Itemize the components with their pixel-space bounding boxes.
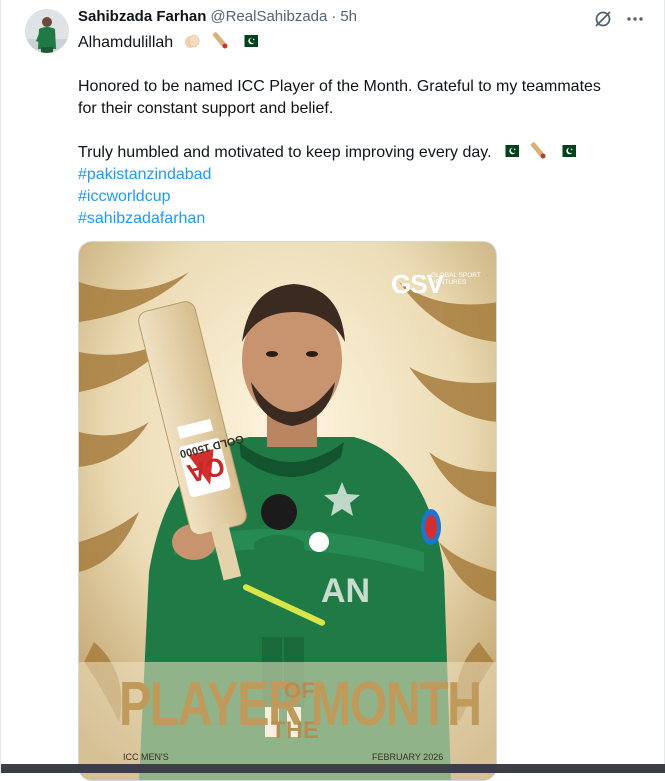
clap-emoji: [182, 32, 202, 50]
tweet-text-alhamdulillah: Alhamdulillah: [78, 34, 174, 51]
cricket-bat-emoji: [210, 32, 230, 50]
tweet-line-3: for their constant support and belief.: [78, 100, 334, 117]
tweet-card[interactable]: Sahibzada Farhan @RealSahibzada · 5h Alh…: [1, 0, 665, 781]
tweet-media-image[interactable]: GSV GLOBAL SPORT VENTURES GOLD 15000 CA …: [78, 241, 497, 781]
pakistan-flag-emoji: [557, 142, 577, 160]
author-handle[interactable]: @RealSahibzada: [210, 8, 327, 25]
tweet-text: Alhamdulillah Honored to be named ICC Pl…: [78, 32, 638, 230]
tweet-line-2: Honored to be named ICC Player of the Mo…: [78, 78, 601, 95]
grok-icon[interactable]: [592, 8, 614, 30]
poster-footer-left: ICC MEN'S: [123, 752, 169, 762]
pakistan-flag-emoji: [239, 32, 259, 50]
poster-footer-right: FEBRUARY 2026: [372, 752, 444, 762]
tweet-line-1: Alhamdulillah: [78, 32, 638, 54]
author-name[interactable]: Sahibzada Farhan: [78, 8, 206, 25]
hashtag-link[interactable]: #pakistanzindabad: [78, 164, 638, 186]
window-bottom-bar: [1, 764, 665, 773]
tweet-frame: Sahibzada Farhan @RealSahibzada · 5h Alh…: [0, 0, 665, 781]
cricket-bat-emoji: [528, 142, 548, 160]
more-icon[interactable]: [624, 8, 646, 30]
tweet-actions: [592, 8, 646, 30]
tweet-text-humbled: Truly humbled and motivated to keep impr…: [78, 144, 492, 161]
hashtag-link[interactable]: #iccworldcup: [78, 186, 638, 208]
poster-title-month: MONTH: [311, 670, 482, 739]
separator-dot: ·: [331, 8, 337, 25]
poster-title-of: OF: [284, 678, 315, 703]
pakistan-flag-emoji: [500, 142, 520, 160]
timestamp[interactable]: 5h: [340, 8, 357, 25]
hashtag-link[interactable]: #sahibzadafarhan: [78, 208, 638, 230]
tweet-line-4: Truly humbled and motivated to keep impr…: [78, 142, 638, 164]
tweet-header: Sahibzada Farhan @RealSahibzada · 5h: [78, 8, 357, 30]
gsv-subtitle: GLOBAL SPORT VENTURES: [431, 272, 481, 286]
jersey-letters: AN: [321, 572, 371, 610]
avatar[interactable]: [25, 9, 69, 53]
